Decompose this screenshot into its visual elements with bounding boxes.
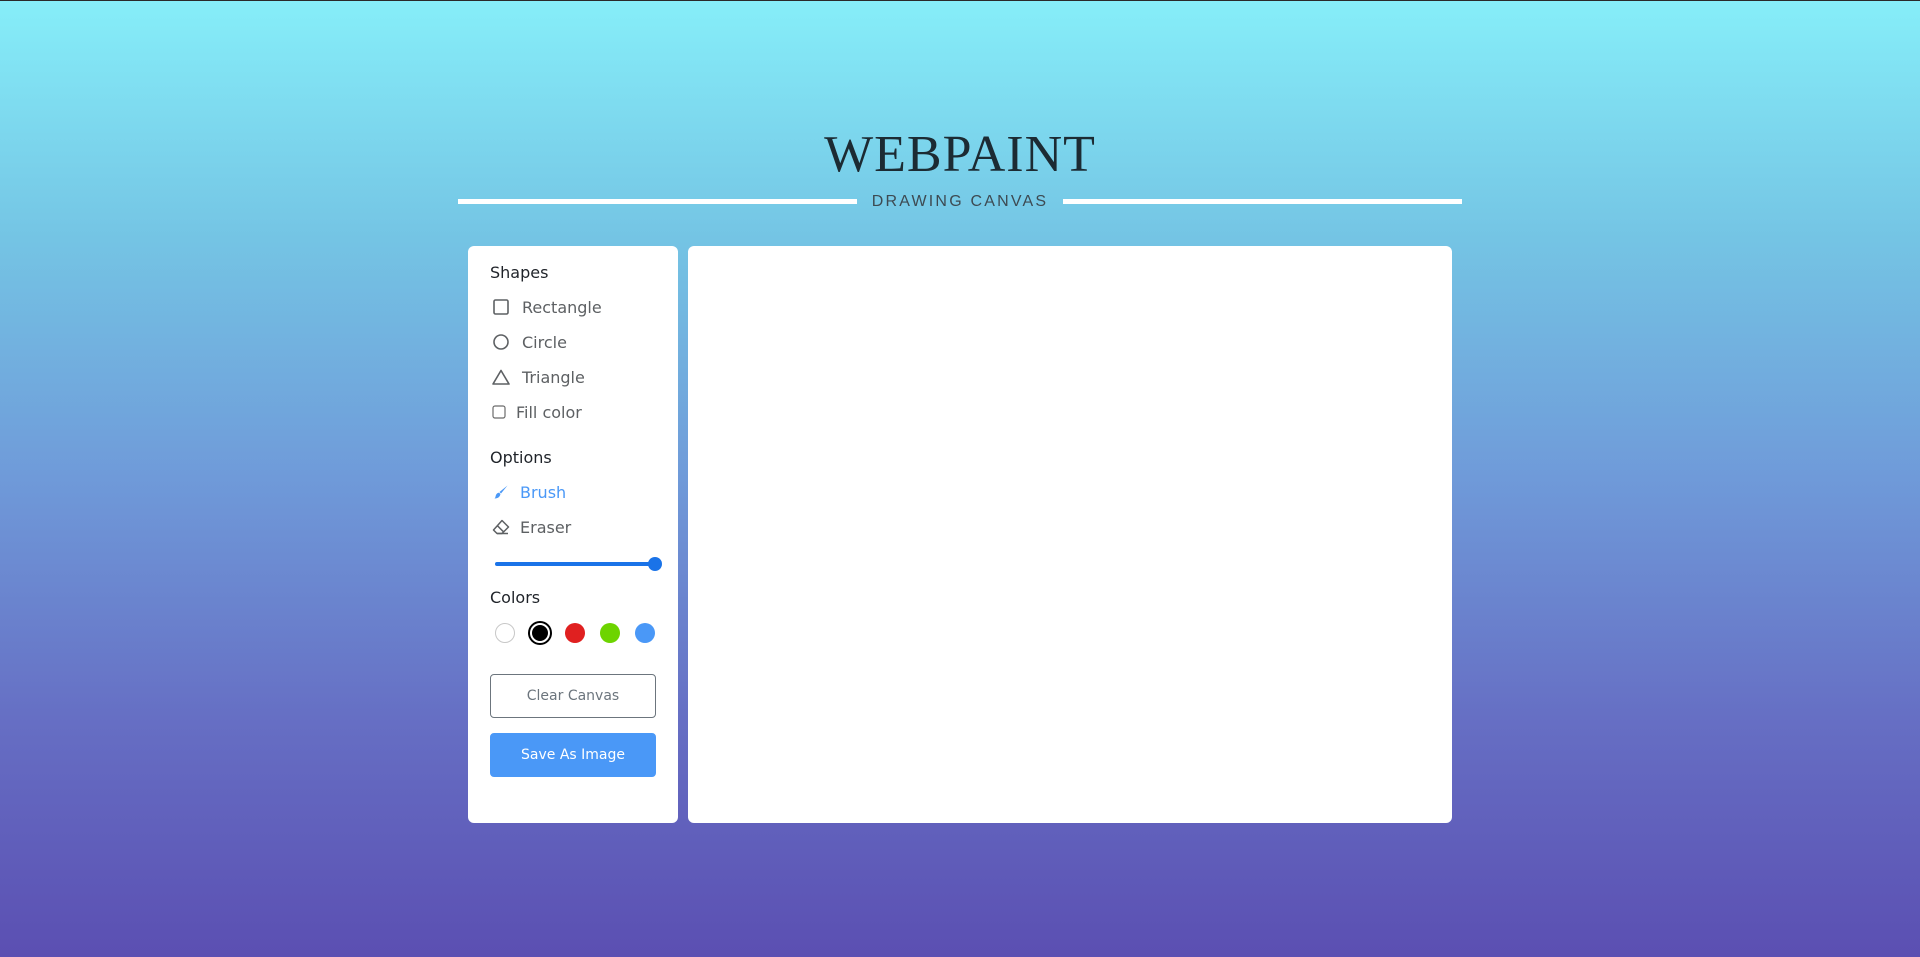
circle-tool-label: Circle [522,332,567,352]
triangle-tool[interactable]: Triangle [492,365,585,389]
clear-canvas-button[interactable]: Clear Canvas [490,674,656,718]
color-swatches [495,623,670,643]
brush-size-slider[interactable] [495,557,662,571]
color-swatch-green[interactable] [600,623,620,643]
eraser-tool-label: Eraser [520,517,572,537]
square-outline-icon [492,298,510,316]
triangle-outline-icon [492,368,510,386]
circle-outline-icon [492,333,510,351]
options-section-title: Options [490,448,552,467]
save-image-button[interactable]: Save As Image [490,733,656,777]
eraser-icon [492,518,510,536]
color-swatch-blue[interactable] [635,623,655,643]
slider-thumb[interactable] [648,557,662,571]
fill-color-label: Fill color [516,402,582,422]
colors-section-title: Colors [490,588,541,607]
tools-panel: Shapes Rectangle Circle Triangle Fill co… [468,246,678,823]
brush-icon [492,483,510,501]
color-swatch-white[interactable] [495,623,515,643]
brush-tool[interactable]: Brush [492,480,566,504]
rectangle-tool-label: Rectangle [522,297,602,317]
title-divider-left [458,199,857,204]
title-divider-right [1063,199,1462,204]
circle-tool[interactable]: Circle [492,330,567,354]
slider-track [495,562,655,566]
shapes-section-title: Shapes [490,263,549,282]
fill-color-checkbox[interactable] [492,403,506,421]
rectangle-tool[interactable]: Rectangle [492,295,602,319]
fill-color-option[interactable]: Fill color [492,400,582,424]
page-title: WEBPAINT [824,126,1096,183]
drawing-canvas[interactable] [688,246,1452,823]
triangle-tool-label: Triangle [522,367,585,387]
color-swatch-red[interactable] [565,623,585,643]
brush-tool-label: Brush [520,482,567,502]
page-subtitle: DRAWING CANVAS [871,193,1049,210]
color-swatch-black[interactable] [530,623,550,643]
page-header: WEBPAINT DRAWING CANVAS [0,1,1920,241]
eraser-tool[interactable]: Eraser [492,515,571,539]
